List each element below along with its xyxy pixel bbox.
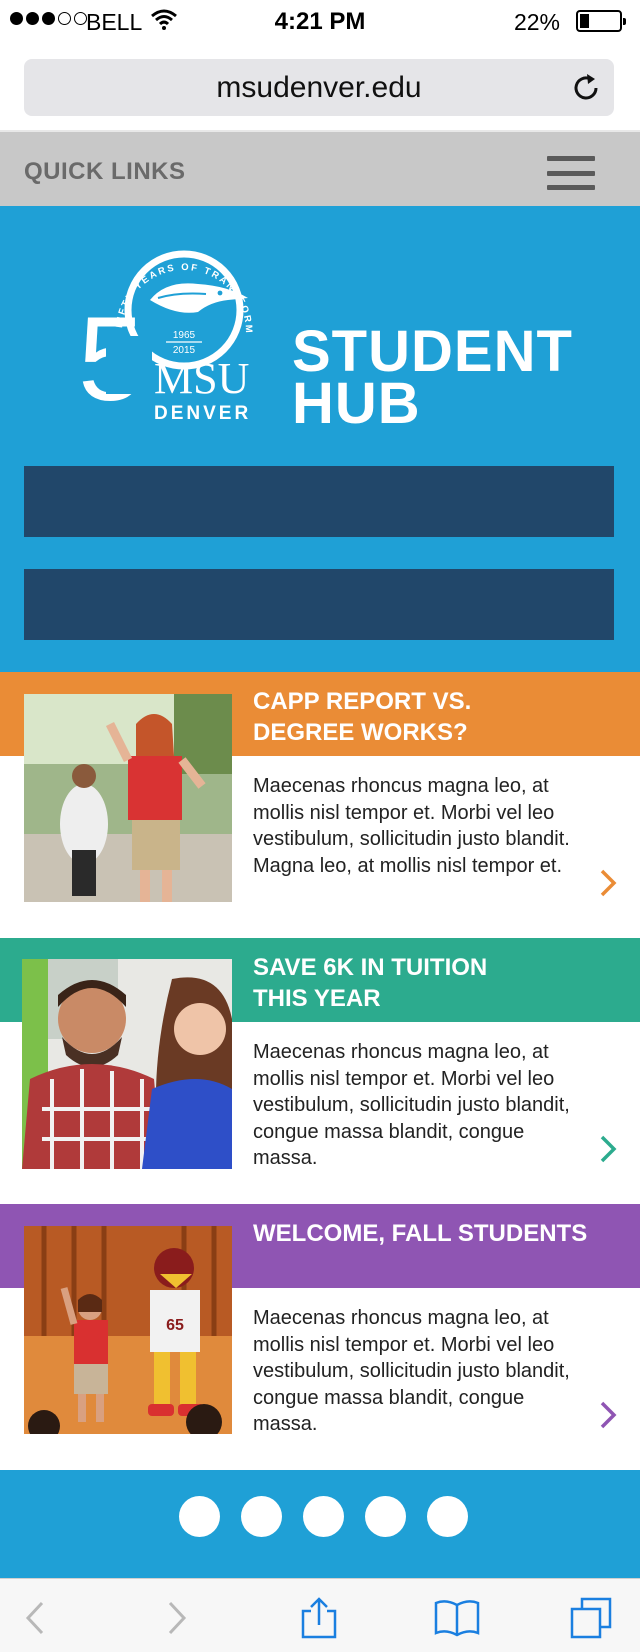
url-text[interactable]: msudenver.edu (24, 71, 614, 105)
svg-text:MSU: MSU (154, 354, 249, 403)
card-heading[interactable]: CAPP REPORT VS. DEGREE WORKS? (253, 686, 623, 748)
card-body-text: Maecenas rhoncus magna leo, at mollis ni… (253, 1307, 570, 1435)
hero-button-1[interactable] (24, 466, 614, 537)
msu-denver-50-logo: FIFTY YEARS OF TRANSFORMING LIVES 1965 2… (78, 228, 252, 426)
share-icon[interactable] (298, 1597, 340, 1639)
svg-text:65: 65 (166, 1317, 184, 1334)
card-heading[interactable]: SAVE 6K IN TUITION THIS YEAR (253, 952, 623, 1014)
quick-links-bar: QUICK LINKS (0, 130, 640, 206)
back-icon[interactable] (16, 1597, 58, 1639)
svg-text:DENVER: DENVER (154, 403, 251, 424)
svg-text:1965: 1965 (173, 330, 196, 341)
hero-section: FIFTY YEARS OF TRANSFORMING LIVES 1965 2… (0, 206, 640, 672)
hamburger-menu-icon[interactable] (547, 156, 595, 190)
battery-icon (576, 10, 626, 32)
chevron-right-icon[interactable] (598, 868, 618, 898)
browser-toolbar (0, 1578, 640, 1652)
reload-icon[interactable] (570, 72, 602, 104)
card-heading[interactable]: WELCOME, FALL STUDENTS (253, 1218, 623, 1249)
tabs-icon[interactable] (570, 1597, 612, 1639)
card-body-text: Maecenas rhoncus magna leo, at mollis ni… (253, 775, 570, 877)
news-card-tuition[interactable]: SAVE 6K IN TUITION THIS YEAR Maecenas rh… (0, 938, 640, 1204)
status-bar: BELL 4:21 PM 22% (0, 0, 640, 44)
page-title: STUDENT HUB (292, 319, 573, 436)
card-photo-student-speaking (24, 694, 232, 902)
page-dot-2[interactable] (240, 1496, 282, 1537)
chevron-right-icon[interactable] (598, 1134, 618, 1164)
browser-address-area: msudenver.edu (0, 44, 640, 130)
forward-icon[interactable] (154, 1597, 196, 1639)
bookmarks-icon[interactable] (434, 1597, 480, 1639)
news-card-capp-report[interactable]: CAPP REPORT VS. DEGREE WORKS? Maecenas r… (0, 672, 640, 938)
page-dot-4[interactable] (364, 1496, 406, 1537)
hero-button-2[interactable] (24, 569, 614, 640)
page-dot-5[interactable] (426, 1496, 468, 1537)
quick-links-label[interactable]: QUICK LINKS (24, 158, 186, 186)
battery-percentage: 22% (513, 9, 560, 35)
page-dot-1[interactable] (178, 1496, 220, 1537)
address-bar[interactable]: msudenver.edu (24, 59, 614, 116)
page-dot-3[interactable] (302, 1496, 344, 1537)
pagination-bar (0, 1470, 640, 1578)
card-photo-students-smiling (22, 959, 232, 1169)
news-card-welcome[interactable]: 65 WELCOME, FALL STUDENTS Maecenas rhonc… (0, 1204, 640, 1470)
pagination-dots (0, 1496, 640, 1537)
card-body-text: Maecenas rhoncus magna leo, at mollis ni… (253, 1041, 570, 1169)
card-photo-mascot-stage: 65 (24, 1226, 232, 1434)
chevron-right-icon[interactable] (598, 1400, 618, 1430)
